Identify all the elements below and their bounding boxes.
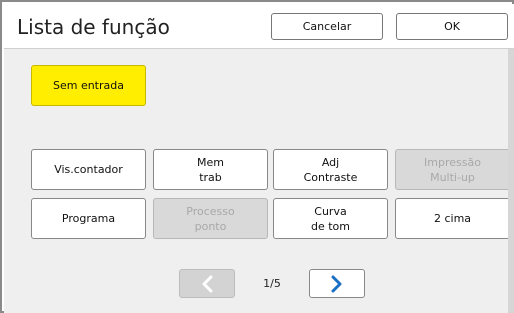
chevron-right-icon <box>330 275 344 293</box>
no-input-button[interactable]: Sem entrada <box>31 65 146 106</box>
two-up-button[interactable]: 2 cima <box>395 198 510 239</box>
cancel-button[interactable]: Cancelar <box>271 13 383 40</box>
dot-process-button[interactable]: Processo ponto <box>153 198 268 239</box>
page-indicator: 1/5 <box>263 277 281 290</box>
previous-page-button[interactable] <box>179 269 235 298</box>
dialog-title: Lista de função <box>17 15 170 39</box>
tone-curve-button[interactable]: Curva de tom <box>273 198 388 239</box>
work-memory-button[interactable]: Mem trab <box>153 149 268 190</box>
ok-button[interactable]: OK <box>396 13 508 40</box>
chevron-left-icon <box>200 275 214 293</box>
program-button[interactable]: Programa <box>31 198 146 239</box>
next-page-button[interactable] <box>309 269 365 298</box>
dialog-body: Sem entrada Vis.contador Mem trab Adj Co… <box>4 49 514 313</box>
counter-display-button[interactable]: Vis.contador <box>31 149 146 190</box>
scrollbar[interactable] <box>508 49 514 313</box>
multi-up-print-button[interactable]: Impressão Multi-up <box>395 149 510 190</box>
dialog-header: Lista de função Cancelar OK <box>4 4 514 49</box>
function-list-dialog: Lista de função Cancelar OK Sem entrada … <box>0 0 514 313</box>
contrast-adjust-button[interactable]: Adj Contraste <box>273 149 388 190</box>
